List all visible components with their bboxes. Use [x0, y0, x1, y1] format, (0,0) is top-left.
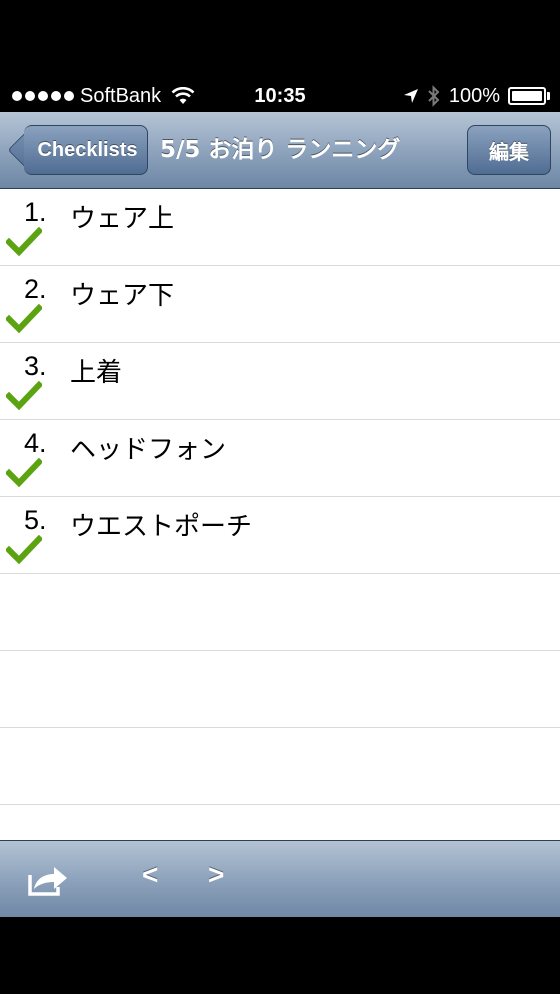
item-number: 2. — [24, 274, 47, 304]
edit-button[interactable]: 編集 — [467, 125, 551, 175]
checkmark-icon — [6, 304, 42, 334]
item-number: 5. — [24, 505, 47, 535]
screen: SoftBank 10:35 100% Checklists 5/5 お泊り ラ… — [0, 0, 560, 994]
status-bar: SoftBank 10:35 100% — [0, 80, 560, 112]
item-label: ウェア上 — [70, 204, 175, 234]
battery-icon — [508, 87, 550, 105]
empty-row — [0, 728, 560, 805]
status-right: 100% — [403, 80, 550, 112]
empty-row — [0, 805, 560, 840]
item-label: ウエストポーチ — [70, 512, 253, 542]
item-label: 上着 — [70, 358, 123, 388]
checkmark-icon — [6, 381, 42, 411]
share-icon[interactable] — [26, 863, 70, 897]
next-button[interactable]: > — [208, 859, 224, 891]
back-button[interactable]: Checklists — [7, 124, 148, 176]
list-item[interactable]: 1. ウェア上 — [0, 189, 560, 266]
checklist: 1. ウェア上 2. ウェア下 3. 上着 4. ヘッドフォン 5. ウエストポ… — [0, 189, 560, 840]
item-number: 1. — [24, 197, 47, 227]
list-item[interactable]: 3. 上着 — [0, 343, 560, 420]
checkmark-icon — [6, 227, 42, 257]
empty-row — [0, 651, 560, 728]
list-item[interactable]: 4. ヘッドフォン — [0, 420, 560, 497]
item-number: 3. — [24, 351, 47, 381]
item-number: 4. — [24, 428, 47, 458]
navigation-bar: Checklists 5/5 お泊り ランニング 編集 — [0, 112, 560, 189]
previous-button[interactable]: < — [142, 859, 158, 891]
back-button-label: Checklists — [24, 125, 148, 175]
checkmark-icon — [6, 535, 42, 565]
bottom-toolbar: < > — [0, 840, 560, 917]
list-item[interactable]: 2. ウェア下 — [0, 266, 560, 343]
empty-row — [0, 574, 560, 651]
battery-percent: 100% — [448, 84, 500, 107]
battery-fill — [512, 91, 542, 101]
bluetooth-icon — [428, 85, 440, 107]
page-title: 5/5 お泊り ランニング — [160, 137, 401, 163]
checkmark-icon — [6, 458, 42, 488]
location-arrow-icon — [403, 89, 418, 103]
item-label: ヘッドフォン — [70, 435, 227, 465]
item-label: ウェア下 — [70, 281, 175, 311]
list-item[interactable]: 5. ウエストポーチ — [0, 497, 560, 574]
